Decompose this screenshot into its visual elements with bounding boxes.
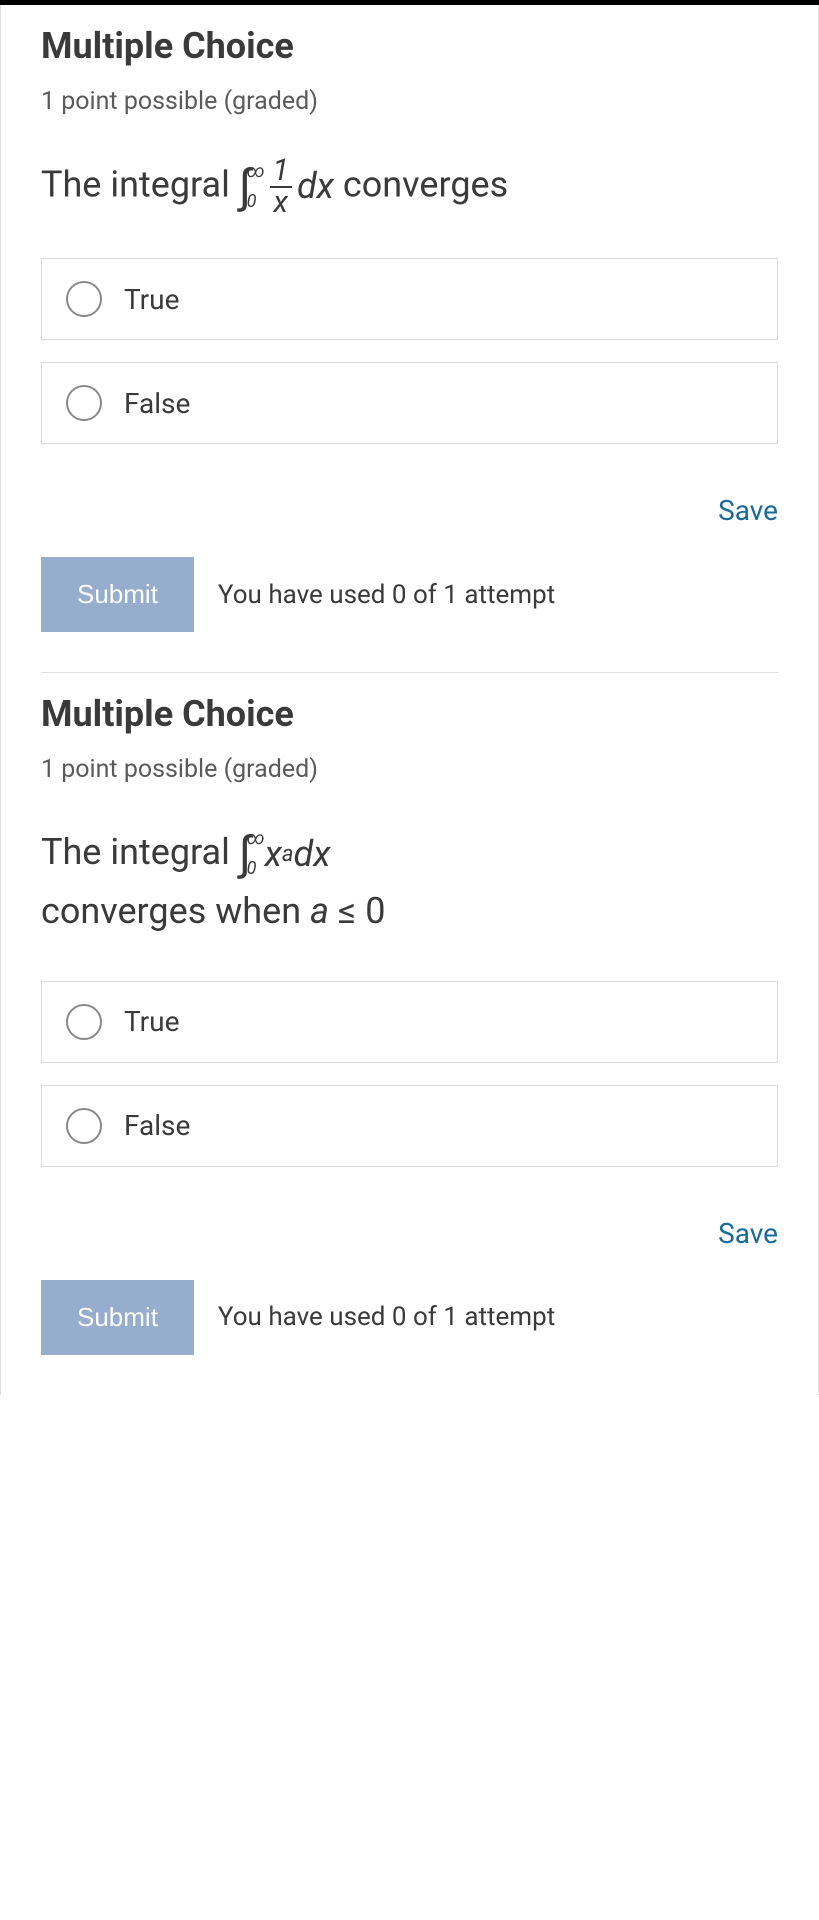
denominator: x bbox=[270, 186, 292, 218]
question-suffix: converges bbox=[334, 164, 508, 206]
submit-row: Submit You have used 0 of 1 attempt bbox=[41, 1280, 778, 1355]
save-link[interactable]: Save bbox=[718, 494, 778, 527]
dx: dx bbox=[297, 158, 334, 216]
attempts-text: You have used 0 of 1 attempt bbox=[218, 580, 555, 610]
problem-1: Multiple Choice 1 point possible (graded… bbox=[1, 5, 818, 672]
option-label: False bbox=[124, 1109, 190, 1142]
problem-heading: Multiple Choice bbox=[41, 693, 778, 735]
integral-expression: ∫∞01xdx bbox=[239, 156, 334, 218]
upper-bound: ∞ bbox=[247, 163, 265, 181]
lower-bound: 0 bbox=[247, 193, 265, 211]
problem-2: Multiple Choice 1 point possible (graded… bbox=[1, 673, 818, 1395]
actions-row: Save bbox=[41, 494, 778, 527]
numerator: 1 bbox=[269, 156, 293, 186]
attempts-text: You have used 0 of 1 attempt bbox=[218, 1302, 555, 1332]
submit-row: Submit You have used 0 of 1 attempt bbox=[41, 557, 778, 632]
radio-icon bbox=[66, 385, 102, 421]
dx: dx bbox=[294, 826, 331, 884]
option-label: False bbox=[124, 387, 190, 420]
exponent: a bbox=[282, 837, 294, 872]
option-label: True bbox=[124, 283, 179, 316]
submit-button[interactable]: Submit bbox=[41, 1280, 194, 1355]
option-true[interactable]: True bbox=[41, 258, 778, 340]
save-link[interactable]: Save bbox=[718, 1217, 778, 1250]
fraction: 1x bbox=[269, 156, 293, 218]
option-true[interactable]: True bbox=[41, 981, 778, 1063]
integral-bounds: ∞0 bbox=[247, 830, 265, 878]
option-false[interactable]: False bbox=[41, 1085, 778, 1167]
question-text: The integral ∫∞0xadx converges when a ≤ … bbox=[41, 824, 778, 941]
radio-icon bbox=[66, 1004, 102, 1040]
lower-bound: 0 bbox=[247, 860, 265, 878]
radio-icon bbox=[66, 281, 102, 317]
base: x bbox=[265, 826, 282, 884]
integral-expression: ∫∞0xadx bbox=[239, 826, 331, 884]
option-false[interactable]: False bbox=[41, 362, 778, 444]
question-prefix: The integral bbox=[41, 831, 239, 873]
question-line2-c: ≤ 0 bbox=[329, 890, 385, 932]
radio-icon bbox=[66, 1108, 102, 1144]
question-line2-a: converges when bbox=[41, 890, 310, 932]
problem-subheading: 1 point possible (graded) bbox=[41, 755, 778, 784]
upper-bound: ∞ bbox=[247, 830, 265, 848]
question-prefix: The integral bbox=[41, 164, 239, 206]
problem-heading: Multiple Choice bbox=[41, 25, 778, 67]
problem-subheading: 1 point possible (graded) bbox=[41, 87, 778, 116]
question-line2-var: a bbox=[310, 890, 329, 932]
submit-button[interactable]: Submit bbox=[41, 557, 194, 632]
integral-bounds: ∞0 bbox=[247, 163, 265, 211]
quiz-container: Multiple Choice 1 point possible (graded… bbox=[0, 5, 819, 1395]
option-label: True bbox=[124, 1005, 179, 1038]
question-text: The integral ∫∞01xdx converges bbox=[41, 156, 778, 218]
actions-row: Save bbox=[41, 1217, 778, 1250]
